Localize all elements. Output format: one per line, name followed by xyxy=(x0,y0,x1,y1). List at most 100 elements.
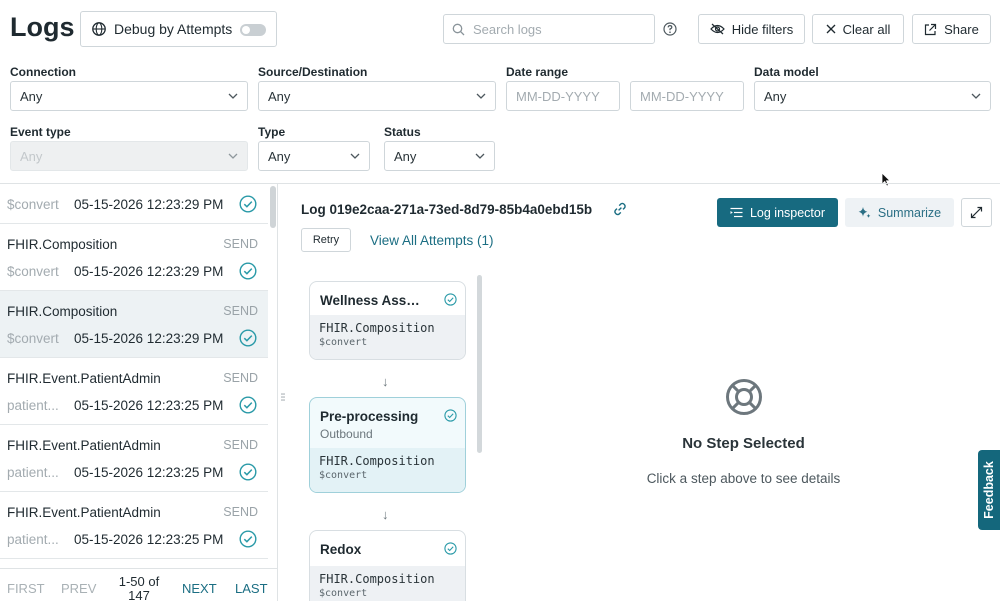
event-type-value: Any xyxy=(20,148,43,164)
flow-step-op: $convert xyxy=(319,588,368,599)
search-box[interactable] xyxy=(443,14,655,44)
lifebuoy-icon xyxy=(725,378,763,416)
search-icon xyxy=(452,23,465,36)
check-circle-icon xyxy=(444,293,457,306)
list-item-date: 05-15-2026 12:23:25 PM xyxy=(74,532,224,547)
prev-page-button[interactable]: PREV xyxy=(61,581,96,596)
feedback-label: Feedback xyxy=(982,461,997,519)
empty-state-subtitle: Click a step above to see details xyxy=(646,471,841,486)
flow-step-op: $convert xyxy=(319,337,368,348)
check-circle-icon xyxy=(239,262,257,280)
connection-select[interactable]: Any xyxy=(10,81,248,111)
list-item[interactable]: FHIR.Event.PatientAdmin SEND patient... … xyxy=(0,358,268,425)
flow-step-wellness[interactable]: Wellness Associ... FHIR.Composition $con… xyxy=(309,281,466,360)
feedback-tab[interactable]: Feedback xyxy=(978,450,1000,530)
list-item-selected[interactable]: FHIR.Composition SEND $convert 05-15-202… xyxy=(0,291,268,358)
empty-state-title: No Step Selected xyxy=(682,435,805,452)
data-model-label: Data model xyxy=(754,65,819,79)
list-item-date: 05-15-2026 12:23:29 PM xyxy=(74,331,224,346)
debug-label: Debug by Attempts xyxy=(114,21,233,37)
expand-button[interactable] xyxy=(961,198,992,227)
list-item-title: FHIR.Event.PatientAdmin xyxy=(7,371,161,386)
flow-step-title: Wellness Associ... xyxy=(320,293,438,308)
flow-step-title: Pre-processing xyxy=(320,409,419,424)
flow-step-pre-processing[interactable]: Pre-processing Outbound FHIR.Composition… xyxy=(309,397,466,493)
connection-label: Connection xyxy=(10,65,76,79)
flow-step-body: FHIR.Composition $convert xyxy=(310,566,465,601)
list-item-date: 05-15-2026 12:23:25 PM xyxy=(74,398,224,413)
retry-button[interactable]: Retry xyxy=(301,228,351,252)
last-page-button[interactable]: LAST xyxy=(235,581,268,596)
clear-all-button[interactable]: Clear all xyxy=(812,14,904,44)
chevron-down-icon xyxy=(350,153,360,159)
data-model-select[interactable]: Any xyxy=(754,81,991,111)
list-item-sub: $convert xyxy=(7,197,59,212)
event-type-select: Any xyxy=(10,141,248,171)
pagination-divider xyxy=(0,568,277,569)
list-item-sub: $convert xyxy=(7,331,59,346)
list-item[interactable]: FHIR.Event.PatientAdmin SEND patient... … xyxy=(0,492,268,559)
list-item-kind: SEND xyxy=(223,438,258,452)
source-destination-label: Source/Destination xyxy=(258,65,368,79)
list-item[interactable]: $convert 05-15-2026 12:23:29 PM xyxy=(0,184,268,224)
toggle-switch[interactable] xyxy=(240,24,266,36)
connection-value: Any xyxy=(20,88,43,104)
list-item-kind: SEND xyxy=(223,371,258,385)
panel-divider[interactable] xyxy=(277,184,278,601)
list-item-sub: patient... xyxy=(7,465,59,480)
chevron-down-icon xyxy=(971,93,981,99)
date-to-input[interactable]: MM-DD-YYYY xyxy=(630,81,744,111)
list-item-title: FHIR.Composition xyxy=(7,304,118,319)
date-from-input[interactable]: MM-DD-YYYY xyxy=(506,81,620,111)
search-input[interactable] xyxy=(473,21,643,37)
type-label: Type xyxy=(258,125,286,139)
list-item-sub: patient... xyxy=(7,532,59,547)
flow-scrollbar[interactable] xyxy=(477,275,482,453)
summarize-label: Summarize xyxy=(877,205,942,220)
chevron-down-icon xyxy=(228,153,238,159)
summarize-button[interactable]: Summarize xyxy=(845,198,954,227)
list-item-date: 05-15-2026 12:23:25 PM xyxy=(74,465,224,480)
list-item-date: 05-15-2026 12:23:29 PM xyxy=(74,197,224,212)
list-item-kind: SEND xyxy=(223,304,258,318)
chevron-down-icon xyxy=(228,93,238,99)
list-item-sub: patient... xyxy=(7,398,59,413)
next-page-button[interactable]: NEXT xyxy=(182,581,217,596)
share-icon xyxy=(924,23,937,36)
first-page-button[interactable]: FIRST xyxy=(7,581,45,596)
link-icon[interactable] xyxy=(612,201,628,217)
chevron-down-icon xyxy=(476,93,486,99)
mouse-cursor-icon xyxy=(881,172,891,187)
log-inspector-button[interactable]: Log inspector xyxy=(717,198,838,227)
check-circle-icon xyxy=(444,409,457,422)
arrow-down-icon: ↓ xyxy=(382,507,389,522)
flow-step-model: FHIR.Composition xyxy=(319,572,435,586)
help-icon[interactable] xyxy=(663,22,677,36)
view-all-attempts-link[interactable]: View All Attempts (1) xyxy=(370,233,494,248)
expand-icon xyxy=(970,206,983,219)
date-from-placeholder: MM-DD-YYYY xyxy=(516,88,600,104)
type-select[interactable]: Any xyxy=(258,141,370,171)
flow-step-model: FHIR.Composition xyxy=(319,454,435,468)
status-select[interactable]: Any xyxy=(384,141,495,171)
check-circle-icon xyxy=(239,530,257,548)
data-model-value: Any xyxy=(764,88,787,104)
list-item[interactable]: FHIR.Event.PatientAdmin SEND patient... … xyxy=(0,425,268,492)
list-item-title: FHIR.Composition xyxy=(7,237,118,252)
clear-all-label: Clear all xyxy=(842,21,891,37)
list-item[interactable]: FHIR.Composition SEND $convert 05-15-202… xyxy=(0,224,268,291)
source-destination-select[interactable]: Any xyxy=(258,81,496,111)
hide-filters-label: Hide filters xyxy=(731,21,794,37)
log-inspector-label: Log inspector xyxy=(749,205,826,220)
date-range-label: Date range xyxy=(506,65,569,79)
log-list[interactable]: $convert 05-15-2026 12:23:29 PM FHIR.Com… xyxy=(0,184,268,568)
hide-filters-button[interactable]: Hide filters xyxy=(698,14,805,44)
share-button[interactable]: Share xyxy=(912,14,991,44)
resize-handle-icon[interactable] xyxy=(281,393,285,401)
list-item-title: FHIR.Event.PatientAdmin xyxy=(7,505,161,520)
flow-step-redox[interactable]: Redox FHIR.Composition $convert xyxy=(309,530,466,601)
log-list-scrollbar[interactable] xyxy=(270,186,276,228)
globe-bug-icon xyxy=(91,21,107,37)
page-range-line2: 147 xyxy=(128,588,150,601)
debug-by-attempts-toggle[interactable]: Debug by Attempts xyxy=(80,11,277,47)
